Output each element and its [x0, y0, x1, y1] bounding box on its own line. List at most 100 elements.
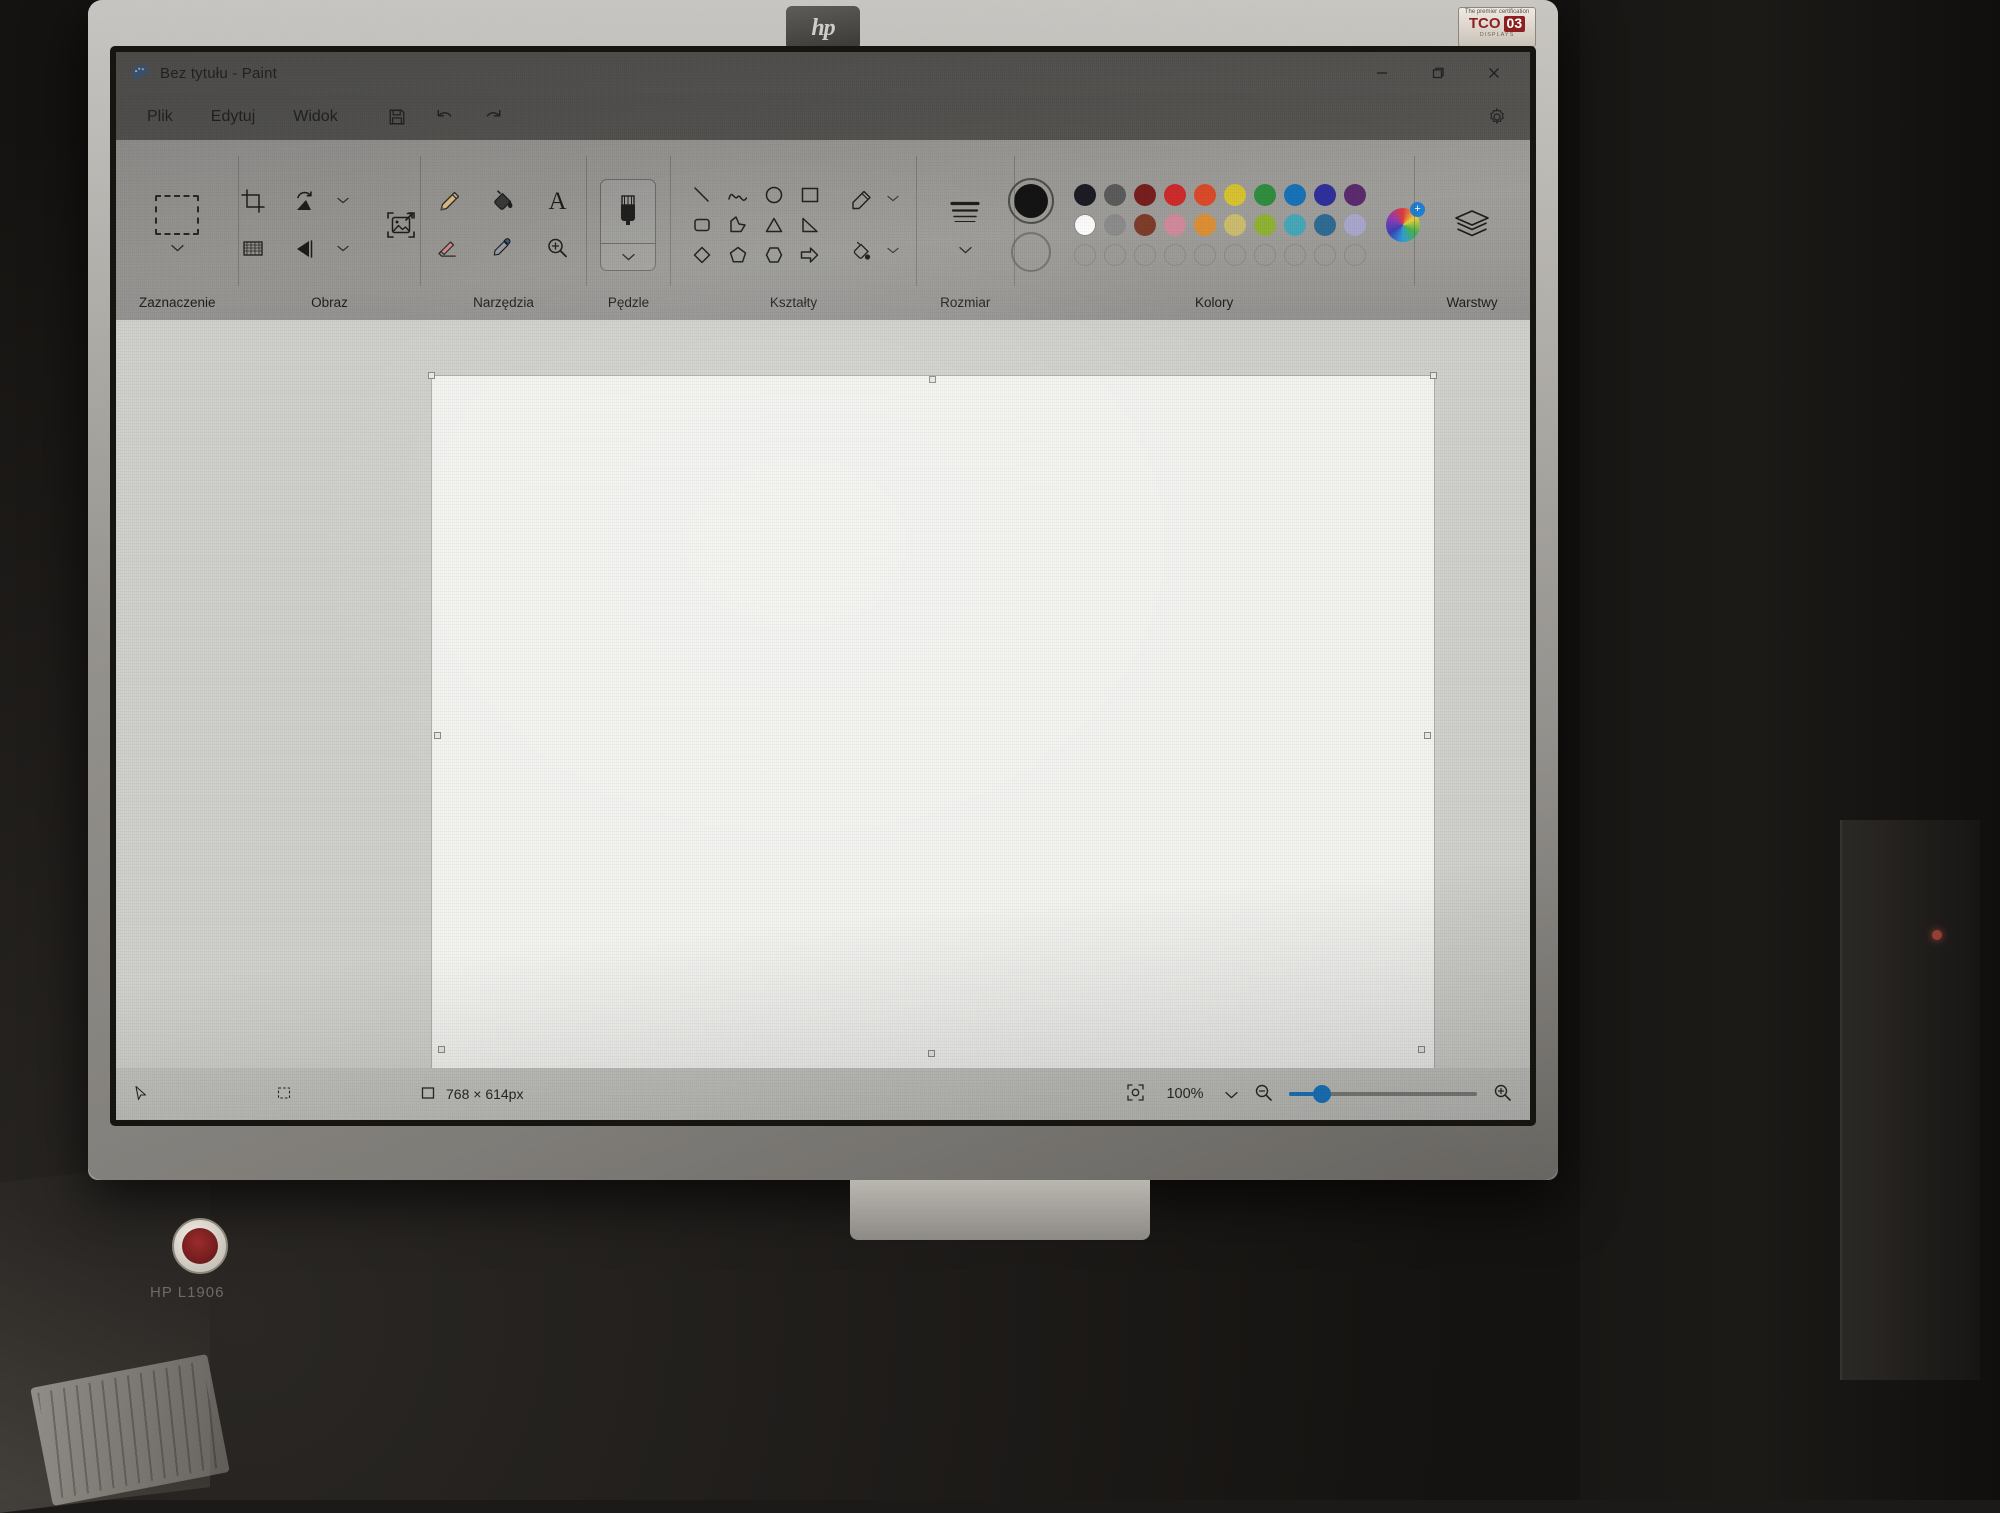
zoom-slider[interactable]	[1289, 1085, 1477, 1103]
diamond-shape-icon[interactable]	[691, 244, 713, 266]
rotate-icon[interactable]	[282, 179, 328, 223]
color-swatch-row1-2[interactable]	[1134, 183, 1157, 206]
eraser-icon[interactable]	[426, 226, 472, 270]
pentagon-shape-icon[interactable]	[727, 244, 749, 266]
brushes-button[interactable]	[600, 178, 657, 271]
canvas-handle-top-left[interactable]	[428, 372, 435, 379]
canvas-handle-bottom-left[interactable]	[438, 1046, 445, 1053]
zoom-in-icon[interactable]	[1493, 1083, 1512, 1105]
canvas-handle-bottom-right[interactable]	[1418, 1046, 1425, 1053]
rectangular-selection-icon[interactable]	[155, 194, 200, 235]
save-icon[interactable]	[375, 100, 419, 134]
monitor-bezel: Bez tytułu - Paint Plik Edytuj Widok Zaz…	[110, 46, 1536, 1126]
canvas-handle-bottom-center[interactable]	[928, 1050, 935, 1057]
secondary-color-swatch[interactable]	[1011, 231, 1052, 272]
zoom-slider-knob[interactable]	[1313, 1085, 1331, 1103]
menu-item-edytuj[interactable]: Edytuj	[194, 101, 272, 133]
magnifier-icon[interactable]	[534, 226, 580, 270]
color-swatch-row3-1[interactable]	[1104, 243, 1127, 266]
curve-shape-icon[interactable]	[726, 184, 750, 206]
resize-icon[interactable]	[230, 227, 276, 271]
triangle-shape-icon[interactable]	[763, 214, 785, 236]
color-swatch-row2-7[interactable]	[1284, 213, 1307, 236]
minimize-icon[interactable]	[1354, 52, 1410, 94]
color-swatch-row1-1[interactable]	[1104, 183, 1127, 206]
color-swatch-row1-6[interactable]	[1254, 183, 1277, 206]
canvas-handle-middle-left[interactable]	[434, 732, 441, 739]
size-chevron-icon[interactable]	[956, 242, 974, 258]
flip-chevron-icon[interactable]	[334, 227, 352, 271]
monitor-model-text: HP L1906	[150, 1284, 225, 1301]
color-swatch-row1-3[interactable]	[1164, 183, 1187, 206]
color-swatch-row3-3[interactable]	[1164, 243, 1187, 266]
color-swatch-row2-2[interactable]	[1134, 213, 1157, 236]
ribbon-group-tools: A Narzędzia	[420, 140, 586, 320]
shape-fill-chevron-icon[interactable]	[884, 236, 902, 266]
color-swatch-row1-7[interactable]	[1284, 183, 1307, 206]
color-swatch-row1-5[interactable]	[1224, 183, 1247, 206]
color-swatch-row1-9[interactable]	[1344, 183, 1367, 206]
color-swatch-row3-9[interactable]	[1344, 243, 1367, 266]
polygon-shape-icon[interactable]	[727, 214, 749, 236]
primary-color-swatch[interactable]	[1008, 177, 1055, 224]
layers-icon[interactable]	[1444, 199, 1500, 251]
rounded-rectangle-shape-icon[interactable]	[691, 214, 713, 236]
rectangle-shape-icon[interactable]	[799, 184, 821, 206]
fit-to-window-icon[interactable]	[1126, 1083, 1145, 1105]
color-swatch-row2-1[interactable]	[1104, 213, 1127, 236]
color-swatch-row3-2[interactable]	[1134, 243, 1157, 266]
canvas-area[interactable]	[116, 320, 1530, 1088]
rotate-chevron-icon[interactable]	[334, 179, 352, 223]
color-swatch-row3-5[interactable]	[1224, 243, 1247, 266]
color-swatch-row1-4[interactable]	[1194, 183, 1217, 206]
color-swatch-row3-0[interactable]	[1074, 243, 1097, 266]
zoom-chevron-icon[interactable]	[1225, 1086, 1238, 1102]
text-tool-icon[interactable]: A	[534, 180, 580, 224]
canvas-handle-middle-right[interactable]	[1424, 732, 1431, 739]
color-swatch-row3-7[interactable]	[1284, 243, 1307, 266]
color-swatch-row3-4[interactable]	[1194, 243, 1217, 266]
color-swatch-row2-8[interactable]	[1314, 213, 1337, 236]
color-swatch-row2-9[interactable]	[1344, 213, 1367, 236]
line-shape-icon[interactable]	[691, 184, 713, 206]
eyedropper-icon[interactable]	[480, 226, 526, 270]
restore-icon[interactable]	[1410, 52, 1466, 94]
oval-shape-icon[interactable]	[763, 184, 785, 206]
color-swatch-row3-6[interactable]	[1254, 243, 1277, 266]
hp-logo: hp	[786, 6, 860, 50]
undo-icon[interactable]	[423, 100, 467, 134]
shape-outline-chevron-icon[interactable]	[884, 184, 902, 214]
canvas-handle-top-center[interactable]	[929, 376, 936, 383]
shape-fill-icon[interactable]	[844, 235, 880, 267]
canvas-handle-top-right[interactable]	[1430, 372, 1437, 379]
shape-outline-icon[interactable]	[844, 183, 880, 215]
color-swatch-row2-6[interactable]	[1254, 213, 1277, 236]
redo-icon[interactable]	[471, 100, 515, 134]
color-swatch-row2-0[interactable]	[1074, 213, 1097, 236]
selection-chevron-icon[interactable]	[168, 241, 186, 255]
flip-icon[interactable]	[282, 227, 328, 271]
pencil-icon[interactable]	[426, 180, 472, 224]
fill-bucket-icon[interactable]	[480, 180, 526, 224]
color-swatch-row2-4[interactable]	[1194, 213, 1217, 236]
arrow-shape-icon[interactable]	[798, 244, 822, 266]
brushes-chevron-icon[interactable]	[622, 244, 635, 270]
right-triangle-shape-icon[interactable]	[799, 214, 821, 236]
color-swatch-row3-8[interactable]	[1314, 243, 1337, 266]
menu-item-widok[interactable]: Widok	[276, 101, 354, 133]
brush-size-icon[interactable]	[942, 192, 988, 232]
gear-icon[interactable]	[1480, 100, 1514, 134]
status-bar: 768 × 614px 100%	[116, 1068, 1530, 1120]
zoom-level-text[interactable]: 100%	[1161, 1086, 1209, 1102]
hexagon-shape-icon[interactable]	[763, 244, 785, 266]
menu-item-plik[interactable]: Plik	[130, 101, 190, 133]
crop-icon[interactable]	[230, 179, 276, 223]
color-swatch-row2-3[interactable]	[1164, 213, 1187, 236]
zoom-out-icon[interactable]	[1254, 1083, 1273, 1105]
color-palette[interactable]	[1070, 180, 1370, 270]
color-swatch-row1-0[interactable]	[1074, 183, 1097, 206]
color-swatch-row1-8[interactable]	[1314, 183, 1337, 206]
color-swatch-row2-5[interactable]	[1224, 213, 1247, 236]
close-icon[interactable]	[1466, 52, 1522, 94]
drawing-canvas[interactable]	[432, 376, 1434, 1088]
